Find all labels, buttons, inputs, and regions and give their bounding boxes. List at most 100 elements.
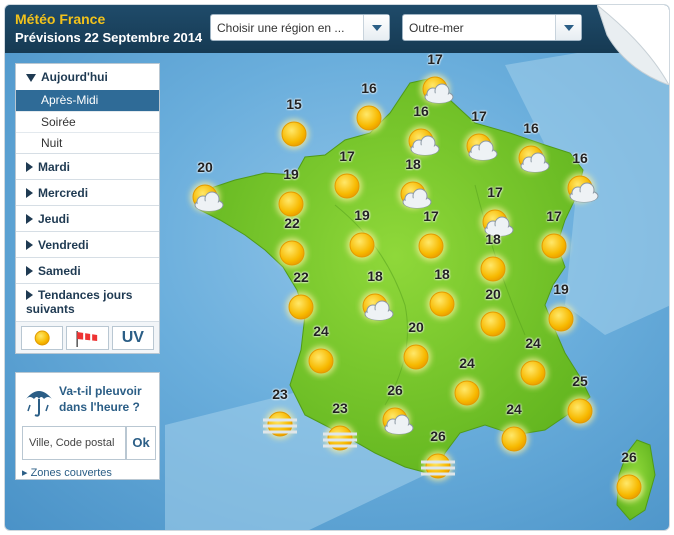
temperature-label: 20 — [408, 319, 424, 335]
uv-mode-button[interactable]: UV — [111, 326, 154, 350]
temperature-label: 19 — [283, 166, 299, 182]
temperature-label: 24 — [313, 323, 329, 339]
haze-icon[interactable] — [260, 404, 300, 444]
weather-widget: 17 16 15 16 17 16 16 20 19 17 18 17 22 19 17 18 17 22 18 18… — [4, 4, 670, 531]
period-apres-midi[interactable]: Après-Midi — [16, 90, 159, 111]
period-nuit[interactable]: Nuit — [16, 132, 159, 153]
triangle-down-icon — [26, 74, 36, 82]
temperature-label: 22 — [284, 215, 300, 231]
temperature-label: 17 — [487, 184, 503, 200]
temperature-label: 23 — [332, 400, 348, 416]
outremer-select-value: Outre-mer — [409, 21, 464, 35]
temperature-label: 26 — [621, 449, 637, 465]
sun-icon[interactable] — [609, 467, 649, 507]
sun-icon[interactable] — [349, 98, 389, 138]
menu-item-mardi[interactable]: Mardi — [16, 153, 159, 179]
temperature-label: 17 — [339, 148, 355, 164]
sun-icon[interactable] — [494, 419, 534, 459]
sun-icon[interactable] — [473, 304, 513, 344]
menu-item-label: Vendredi — [38, 238, 89, 252]
temperature-label: 19 — [553, 281, 569, 297]
rain-question: Va-t-il pleuvoir dans l'heure ? — [59, 384, 142, 414]
zones-couvertes-link[interactable]: ▸ Zones couvertes — [22, 466, 112, 479]
outremer-select[interactable]: Outre-mer — [402, 14, 582, 41]
sun-icon[interactable] — [396, 337, 436, 377]
partly-cloudy-icon[interactable] — [375, 400, 415, 440]
temperature-label: 26 — [387, 382, 403, 398]
sun-icon[interactable] — [342, 225, 382, 265]
temperature-label: 17 — [471, 108, 487, 124]
sun-icon[interactable] — [447, 373, 487, 413]
sun-icon[interactable] — [534, 226, 574, 266]
chevron-down-icon[interactable] — [363, 15, 389, 40]
sun-icon[interactable] — [422, 284, 462, 324]
sun-icon[interactable] — [560, 391, 600, 431]
temperature-label: 24 — [525, 335, 541, 351]
menu-item-today[interactable]: Aujourd'hui — [16, 64, 159, 90]
header-bar: Météo France Prévisions 22 Septembre 201… — [5, 5, 669, 53]
zones-label: Zones couvertes — [30, 467, 112, 479]
partly-cloudy-icon[interactable] — [560, 168, 600, 208]
triangle-right-icon — [26, 290, 33, 300]
sun-icon[interactable] — [301, 341, 341, 381]
ok-button[interactable]: Ok — [126, 426, 156, 460]
sun-icon[interactable] — [281, 287, 321, 327]
temperature-label: 18 — [434, 266, 450, 282]
sun-icon[interactable] — [513, 353, 553, 393]
temperature-label: 15 — [286, 96, 302, 112]
region-select[interactable]: Choisir une région en ... — [210, 14, 390, 41]
city-postcode-input[interactable] — [22, 426, 126, 460]
triangle-right-icon — [26, 214, 33, 224]
umbrella-icon — [26, 391, 52, 417]
haze-icon[interactable] — [320, 418, 360, 458]
menu-item-label: Aujourd'hui — [41, 70, 108, 84]
sun-icon[interactable] — [272, 233, 312, 273]
period-soiree[interactable]: Soirée — [16, 111, 159, 132]
sun-icon[interactable] — [411, 226, 451, 266]
partly-cloudy-icon[interactable] — [511, 138, 551, 178]
brand-title: Météo France — [15, 11, 106, 27]
menu-item-mercredi[interactable]: Mercredi — [16, 179, 159, 205]
windsock-icon — [76, 331, 98, 347]
day-menu: Aujourd'hui Après-Midi Soirée Nuit Mardi… — [15, 63, 160, 354]
partly-cloudy-icon[interactable] — [355, 286, 395, 326]
menu-item-vendredi[interactable]: Vendredi — [16, 231, 159, 257]
weather-mode-button[interactable] — [21, 326, 64, 350]
region-select-value: Choisir une région en ... — [217, 21, 345, 35]
menu-item-samedi[interactable]: Samedi — [16, 257, 159, 283]
temperature-label: 23 — [272, 386, 288, 402]
temperature-label: 16 — [413, 103, 429, 119]
partly-cloudy-icon[interactable] — [185, 177, 225, 217]
menu-item-label: Mardi — [38, 160, 71, 174]
wind-mode-button[interactable] — [66, 326, 109, 350]
temperature-label: 18 — [485, 231, 501, 247]
partly-cloudy-icon[interactable] — [401, 121, 441, 161]
chevron-down-icon[interactable] — [555, 15, 581, 40]
sun-icon[interactable] — [473, 249, 513, 289]
temperature-label: 16 — [361, 80, 377, 96]
sun-icon[interactable] — [274, 114, 314, 154]
sun-icon[interactable] — [541, 299, 581, 339]
map-mode-toolbar: UV — [16, 321, 159, 353]
triangle-right-icon — [26, 266, 33, 276]
menu-item-tendances[interactable]: Tendances jours suivants — [16, 283, 159, 321]
page-curl-icon[interactable] — [597, 5, 669, 85]
sun-icon — [34, 330, 50, 346]
temperature-label: 20 — [197, 159, 213, 175]
temperature-label: 24 — [506, 401, 522, 417]
menu-item-label: Jeudi — [38, 212, 70, 226]
temperature-label: 25 — [572, 373, 588, 389]
sun-icon[interactable] — [327, 166, 367, 206]
temperature-label: 19 — [354, 207, 370, 223]
temperature-label: 17 — [427, 51, 443, 67]
haze-icon[interactable] — [418, 446, 458, 486]
partly-cloudy-icon[interactable] — [459, 126, 499, 166]
triangle-right-icon — [26, 188, 33, 198]
temperature-label: 17 — [546, 208, 562, 224]
triangle-right-icon — [26, 240, 33, 250]
temperature-label: 20 — [485, 286, 501, 302]
temperature-label: 24 — [459, 355, 475, 371]
forecast-date: Prévisions 22 Septembre 2014 — [15, 30, 203, 45]
menu-item-jeudi[interactable]: Jeudi — [16, 205, 159, 231]
temperature-label: 16 — [523, 120, 539, 136]
